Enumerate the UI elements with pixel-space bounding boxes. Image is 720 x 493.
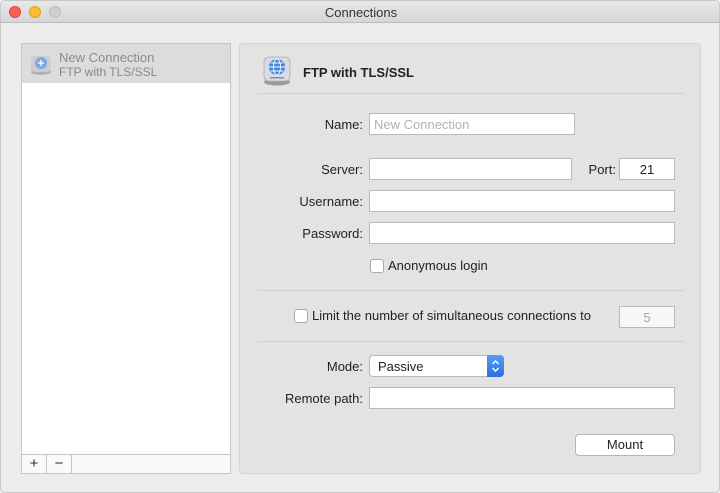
- remove-connection-button[interactable]: −: [47, 455, 72, 473]
- connection-name: New Connection: [59, 50, 155, 65]
- remote-path-label: Remote path:: [284, 391, 363, 406]
- protocol-title: FTP with TLS/SSL: [303, 65, 414, 80]
- limit-connections-checkbox[interactable]: [294, 309, 308, 323]
- remote-path-field[interactable]: [369, 387, 675, 409]
- title-bar[interactable]: Connections: [1, 1, 719, 23]
- port-field[interactable]: [619, 158, 675, 180]
- max-connections-field[interactable]: [619, 306, 675, 328]
- mode-selected-value: Passive: [378, 359, 424, 374]
- window-title: Connections: [324, 5, 398, 20]
- list-footer: + −: [22, 454, 230, 473]
- anonymous-login-label: Anonymous login: [388, 258, 488, 273]
- connection-type: FTP with TLS/SSL: [59, 65, 158, 79]
- connections-window: Connections New Connection FTP with TLS/…: [0, 0, 720, 493]
- username-field[interactable]: [369, 190, 675, 212]
- network-drive-icon: [31, 56, 51, 75]
- connections-list: New Connection FTP with TLS/SSL + −: [21, 43, 231, 474]
- add-connection-button[interactable]: +: [22, 455, 47, 473]
- server-label: Server:: [321, 162, 363, 177]
- limit-connections-label: Limit the number of simultaneous connect…: [312, 308, 591, 323]
- mode-select[interactable]: Passive: [369, 355, 504, 377]
- connection-settings-panel: FTP with TLS/SSL Name: Server: Port: Use…: [239, 43, 701, 474]
- updown-chevron-icon: [487, 355, 504, 377]
- anonymous-login-checkbox[interactable]: [370, 259, 384, 273]
- password-field[interactable]: [369, 222, 675, 244]
- name-field[interactable]: [369, 113, 575, 135]
- network-drive-icon: [263, 56, 291, 86]
- mount-button[interactable]: Mount: [575, 434, 675, 456]
- mode-label: Mode:: [326, 359, 363, 374]
- password-label: Password:: [302, 226, 363, 241]
- divider: [258, 290, 684, 291]
- server-field[interactable]: [369, 158, 572, 180]
- username-label: Username:: [299, 194, 363, 209]
- divider: [258, 93, 684, 94]
- port-label: Port:: [588, 162, 616, 177]
- name-label: Name:: [324, 117, 363, 132]
- divider: [258, 341, 684, 342]
- list-item-new-connection[interactable]: New Connection FTP with TLS/SSL: [22, 44, 230, 83]
